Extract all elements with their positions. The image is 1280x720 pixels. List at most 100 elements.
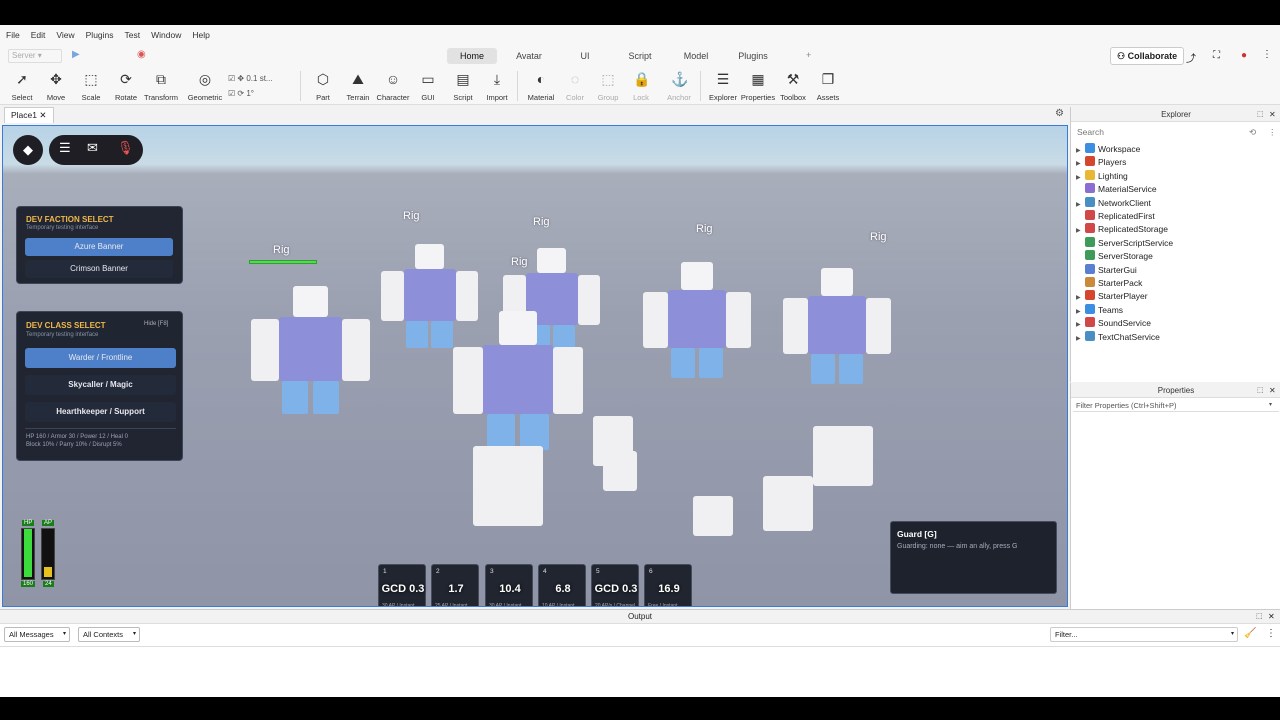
toolbox-icon: ⚒ — [786, 71, 800, 87]
character-tool-button[interactable]: ☺ Character — [373, 71, 413, 102]
class-option-skycaller[interactable]: Skycaller / Magic — [25, 375, 176, 395]
menu-view[interactable]: View — [56, 30, 74, 40]
explorer-item-soundservice[interactable]: ▶ SoundService — [1076, 317, 1151, 330]
more-icon[interactable]: ⋮ — [1266, 628, 1276, 639]
chat-icon[interactable]: ✉ — [87, 140, 98, 156]
more-icon[interactable]: ⋮ — [1262, 49, 1272, 60]
output-filter-input[interactable]: Filter... ▾ — [1050, 627, 1238, 642]
collaborate-button[interactable]: ⚇ Collaborate — [1110, 47, 1185, 65]
class-option-hearthkeeper[interactable]: Hearthkeeper / Support — [25, 402, 176, 422]
microphone-icon[interactable]: 🎙 — [117, 140, 134, 156]
explorer-item-workspace[interactable]: ▶ Workspace — [1076, 143, 1140, 156]
part-tool-button[interactable]: ⬡ Part — [303, 71, 343, 102]
checkbox-icon[interactable]: ☑ — [228, 74, 235, 83]
notification-icon[interactable]: ● — [1241, 50, 1247, 61]
import-tool-button[interactable]: ⤓ Import — [477, 71, 517, 102]
ability-slot-4[interactable]: 4 6.8 10 AP / Instant — [538, 564, 586, 606]
explorer-item-teams[interactable]: ▶ Teams — [1076, 303, 1123, 317]
contexts-filter-dropdown[interactable]: All Contexts ▾ — [78, 627, 140, 642]
add-tab-icon[interactable]: + — [806, 50, 811, 60]
tab-avatar[interactable]: Avatar — [508, 48, 550, 64]
explorer-item-starterplayer[interactable]: ▶ StarterPlayer — [1076, 290, 1148, 303]
explorer-item-players[interactable]: ▶ Players — [1076, 156, 1126, 169]
messages-filter-dropdown[interactable]: All Messages ▾ — [4, 627, 70, 642]
stop-icon[interactable]: ◉ — [137, 49, 146, 60]
explorer-search-input[interactable]: Search ⟲ ⋮ — [1074, 125, 1278, 139]
roblox-logo-button[interactable]: ◆ — [13, 135, 43, 165]
transform-tool-button[interactable]: ⧉ Transform — [141, 71, 181, 102]
move-tool-button[interactable]: ✥ Move — [36, 71, 76, 102]
geometric-tool-button[interactable]: ◎ Geometric — [185, 71, 225, 102]
undock-icon[interactable]: ⬚ — [1257, 383, 1264, 398]
settings-icon[interactable]: ⚙ — [1055, 108, 1064, 119]
output-log-area[interactable] — [0, 646, 1280, 697]
explorer-item-serverscriptservice[interactable]: ServerScriptService — [1076, 236, 1173, 250]
service-icon — [1085, 303, 1095, 314]
gui-tool-button[interactable]: ▭ GUI — [408, 71, 448, 102]
snap-rotate-control[interactable]: ☑ ⟳ 1° — [228, 89, 292, 101]
ability-slot-3[interactable]: 3 10.4 30 AP / Instant — [485, 564, 533, 606]
expand-arrow-icon[interactable]: ▶ — [1076, 333, 1085, 346]
explorer-item-replicatedfirst[interactable]: ReplicatedFirst — [1076, 210, 1155, 223]
explorer-item-materialservice[interactable]: MaterialService — [1076, 183, 1157, 196]
close-icon[interactable]: ✕ — [1269, 383, 1276, 398]
guard-status: Guarding: none — aim an ally, press G — [897, 543, 1018, 550]
close-icon[interactable]: ✕ — [1269, 107, 1276, 122]
checkbox-icon[interactable]: ☑ — [228, 89, 235, 98]
chevron-down-icon[interactable]: ▾ — [1269, 399, 1272, 412]
scale-tool-button[interactable]: ⬚ Scale — [71, 71, 111, 102]
menu-test[interactable]: Test — [125, 30, 141, 40]
menu-file[interactable]: File — [6, 30, 20, 40]
expand-icon[interactable]: ⛶ — [1213, 50, 1220, 61]
tab-model[interactable]: Model — [676, 48, 716, 64]
tab-place1[interactable]: Place1 ✕ — [4, 107, 54, 123]
ability-slot-2[interactable]: 2 1.7 25 AP / Instant — [431, 564, 479, 606]
azure-banner-button[interactable]: Azure Banner — [25, 238, 173, 256]
tab-home[interactable]: Home — [447, 48, 497, 64]
toolbox-tool-button[interactable]: ⚒ Toolbox — [773, 71, 813, 102]
tab-plugins[interactable]: Plugins — [730, 48, 776, 64]
hide-button[interactable]: Hide [F8] — [144, 321, 168, 327]
menu-plugins[interactable]: Plugins — [86, 30, 114, 40]
crimson-banner-button[interactable]: Crimson Banner — [25, 260, 173, 278]
class-option-warder[interactable]: Warder / Frontline — [25, 348, 176, 368]
tab-script[interactable]: Script — [620, 48, 660, 64]
history-icon[interactable]: ⟲ — [1249, 125, 1256, 139]
3d-viewport[interactable]: Rig Rig Rig Rig Rig Rig ◆ ☰ ✉ 🎙 DEV FACTION S… — [2, 125, 1068, 607]
undock-icon[interactable]: ⬚ — [1257, 107, 1264, 122]
properties-filter-input[interactable]: Filter Properties (Ctrl+Shift+P) ▾ — [1073, 399, 1279, 412]
snap-rotate-value[interactable]: 1° — [246, 89, 254, 98]
anchor-tool-button[interactable]: ⚓ Anchor — [659, 71, 699, 102]
menu-window[interactable]: Window — [151, 30, 181, 40]
play-icon[interactable]: ▶ — [72, 49, 80, 60]
ability-slot-1[interactable]: 1 GCD 0.3 30 AP / Instant — [378, 564, 426, 606]
server-selector[interactable]: Server ▾ — [8, 49, 62, 63]
clear-output-icon[interactable]: 🧹 — [1244, 628, 1256, 639]
close-icon[interactable]: ✕ — [39, 110, 46, 120]
explorer-item-starterpack[interactable]: StarterPack — [1076, 277, 1142, 290]
explorer-item-serverstorage[interactable]: ServerStorage — [1076, 250, 1153, 263]
explorer-item-startergui[interactable]: StarterGui — [1076, 263, 1137, 277]
explorer-item-lighting[interactable]: ▶ Lighting — [1076, 169, 1128, 183]
menu-help[interactable]: Help — [192, 30, 209, 40]
tab-ui[interactable]: UI — [572, 48, 598, 64]
properties-tool-button[interactable]: ▦ Properties — [738, 71, 778, 102]
explorer-item-networkclient[interactable]: ▶ NetworkClient — [1076, 196, 1151, 210]
snap-move-control[interactable]: ☑ ✥ 0.1 st... — [228, 74, 292, 86]
ability-slot-5[interactable]: 5 GCD 0.3 20 AP/s / Channel — [591, 564, 639, 606]
ability-slot-6[interactable]: 6 16.9 Free / Instant — [644, 564, 692, 606]
terrain-tool-button[interactable]: ⛰ Terrain — [338, 71, 378, 102]
rotate-tool-button[interactable]: ⟳ Rotate — [106, 71, 146, 102]
explorer-item-replicatedstorage[interactable]: ▶ ReplicatedStorage — [1076, 223, 1168, 236]
explorer-tool-button[interactable]: ☰ Explorer — [703, 71, 743, 102]
hamburger-icon[interactable]: ☰ — [59, 140, 71, 156]
assets-tool-button[interactable]: ❐ Assets — [808, 71, 848, 102]
snap-move-value[interactable]: 0.1 st... — [246, 74, 272, 83]
explorer-item-textchatservice[interactable]: ▶ TextChatService — [1076, 330, 1160, 346]
share-icon[interactable]: ⤴ — [1186, 50, 1196, 65]
menu-edit[interactable]: Edit — [31, 30, 46, 40]
more-icon[interactable]: ⋮ — [1268, 125, 1277, 139]
lock-tool-button[interactable]: 🔒 Lock — [621, 71, 661, 102]
undock-icon[interactable]: ⬚ — [1256, 610, 1263, 624]
close-icon[interactable]: ✕ — [1268, 610, 1275, 624]
